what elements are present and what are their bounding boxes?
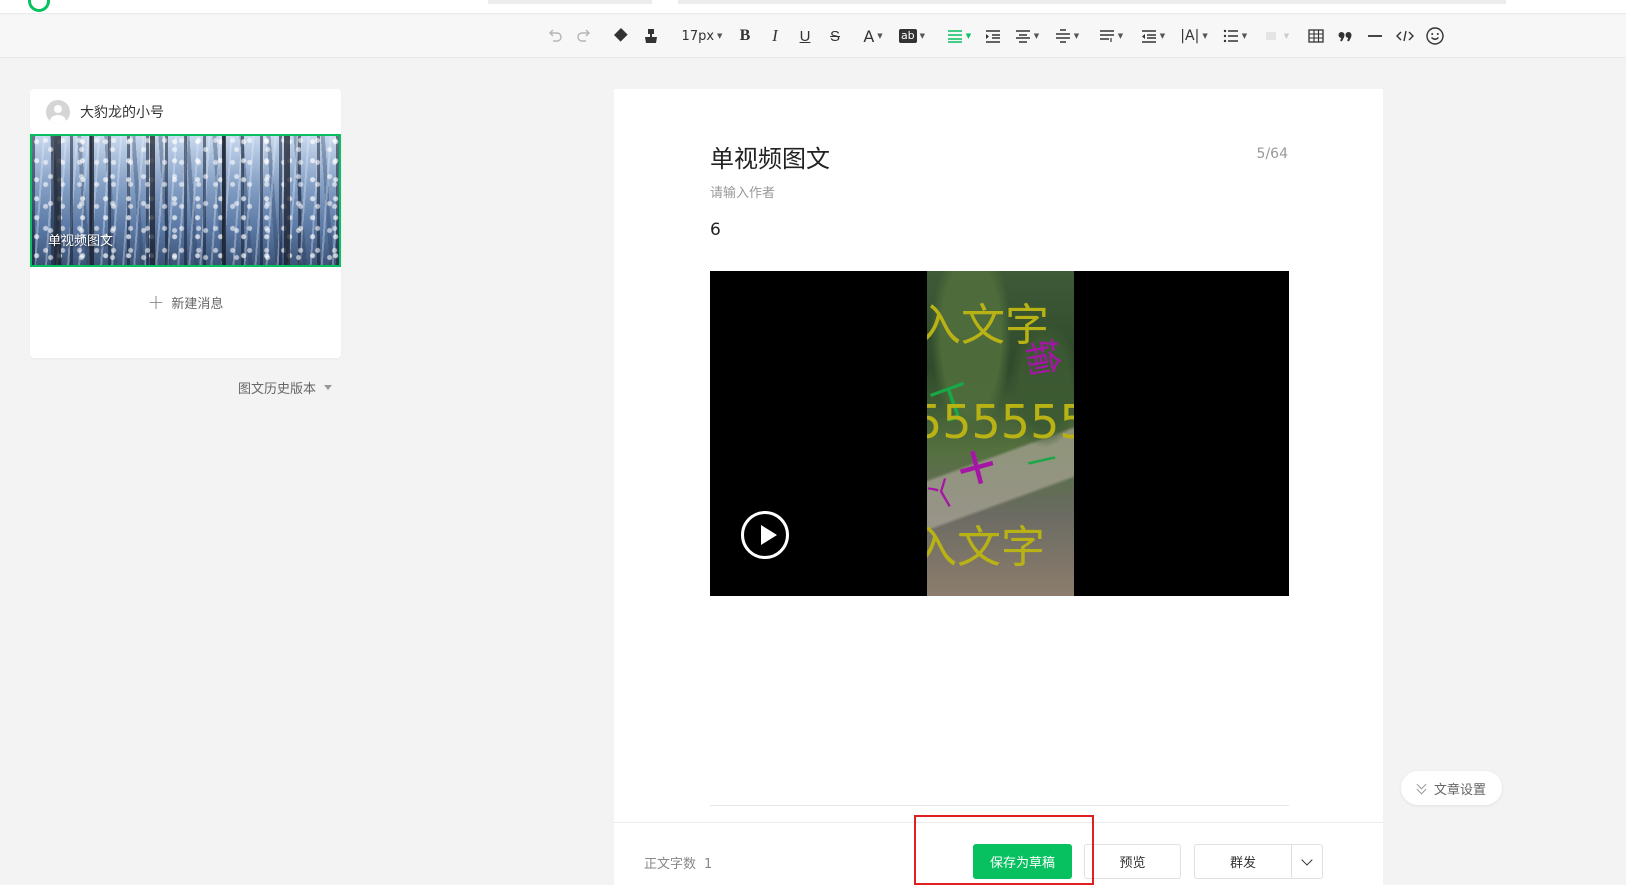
- word-count-value: 1: [704, 857, 713, 872]
- caret-down-icon: ▼: [1033, 32, 1040, 40]
- caret-down-icon: ▼: [1283, 32, 1290, 40]
- indent-icon[interactable]: [982, 23, 1004, 49]
- article-card-selected[interactable]: 单视频图文: [30, 134, 341, 267]
- caret-down-icon: ▼: [919, 32, 926, 40]
- video-overlay-text: 入文字: [927, 522, 1045, 573]
- caret-down-icon: ▼: [877, 32, 883, 40]
- avatar: [46, 100, 70, 124]
- article-body[interactable]: 6: [710, 220, 721, 240]
- video-player[interactable]: 丁 ✕ 丫 输 / 入文字 555555 入文字: [710, 271, 1289, 596]
- word-count: 正文字数 1: [644, 853, 712, 872]
- new-message-button[interactable]: + 新建消息: [30, 289, 341, 315]
- article-title-input[interactable]: 单视频图文: [710, 139, 830, 174]
- underline-button[interactable]: U: [796, 23, 814, 49]
- caret-down-icon: ▼: [1073, 32, 1080, 40]
- author-input[interactable]: 请输入作者: [710, 182, 775, 201]
- caret-down-icon: ▼: [1117, 32, 1124, 40]
- italic-button[interactable]: I: [766, 23, 784, 49]
- video-frame: 丁 ✕ 丫 输 / 入文字 555555 入文字: [927, 271, 1074, 596]
- caret-down-icon: ▼: [1159, 32, 1166, 40]
- plus-icon: +: [147, 290, 165, 314]
- header-divider: [488, 0, 652, 4]
- mass-send-button[interactable]: 群发: [1194, 844, 1291, 879]
- cover-image-detail: [222, 136, 226, 265]
- align-justify-dropdown[interactable]: ▼: [944, 23, 974, 49]
- account-name: 大豹龙的小号: [80, 105, 164, 121]
- top-header: [0, 0, 1626, 14]
- title-char-counter: 5/64: [1256, 146, 1288, 162]
- logo-icon: [28, 0, 50, 12]
- account-header: 大豹龙的小号: [46, 99, 164, 125]
- word-count-label: 正文字数: [644, 857, 697, 872]
- history-version-label: 图文历史版本: [238, 382, 317, 397]
- history-version-dropdown[interactable]: 图文历史版本: [238, 378, 333, 397]
- format-toolbar: 17px ▼ B I U S A ▼ ab ▼ ▼ ▼ ▼ ▼ ▼ |A| ▼ ▼ ▼: [0, 15, 1626, 58]
- new-message-label: 新建消息: [171, 296, 224, 312]
- divider: [710, 805, 1289, 806]
- cover-image-detail: [284, 136, 290, 265]
- undo-icon[interactable]: [545, 23, 565, 49]
- caret-down-icon: ▼: [1202, 32, 1208, 40]
- font-color-icon: A: [863, 26, 875, 46]
- preview-button[interactable]: 预览: [1084, 844, 1181, 879]
- paragraph-spacing-dropdown[interactable]: ▼: [1052, 23, 1082, 49]
- align-center-dropdown[interactable]: ▼: [1012, 23, 1042, 49]
- cover-image-detail: [150, 136, 155, 265]
- code-icon[interactable]: [1394, 23, 1416, 49]
- font-color-dropdown[interactable]: A ▼: [858, 23, 888, 49]
- background-color-dropdown[interactable]: ab ▼: [896, 23, 928, 49]
- article-card-title: 单视频图文: [48, 234, 114, 249]
- article-settings-label: 文章设置: [1433, 782, 1486, 798]
- header-divider: [678, 0, 1506, 4]
- clear-format-icon[interactable]: [610, 23, 632, 49]
- font-size-value: 17px: [681, 28, 715, 44]
- line-height-dropdown[interactable]: ▼: [1096, 23, 1126, 49]
- indent-dropdown[interactable]: ▼: [1138, 23, 1168, 49]
- background-color-icon: ab: [898, 29, 917, 43]
- caret-down-icon: [324, 385, 333, 390]
- horizontal-rule-icon[interactable]: [1365, 23, 1385, 49]
- list-dropdown[interactable]: ▼: [1220, 23, 1250, 49]
- article-list-panel: 大豹龙的小号 单视频图文 + 新建消息: [30, 89, 341, 358]
- save-draft-button[interactable]: 保存为草稿: [973, 844, 1072, 879]
- emoji-icon[interactable]: [1424, 23, 1446, 49]
- play-icon[interactable]: [741, 511, 789, 559]
- strikethrough-button[interactable]: S: [826, 23, 844, 49]
- redo-icon[interactable]: [574, 23, 594, 49]
- table-icon[interactable]: [1306, 23, 1326, 49]
- chevron-down-icon: [1301, 853, 1313, 866]
- video-overlay-text: 入文字: [927, 300, 1049, 351]
- caret-down-icon: ▼: [1241, 32, 1248, 40]
- double-chevron-down-icon: [1417, 782, 1427, 794]
- border-dropdown[interactable]: ▼: [1262, 23, 1292, 49]
- article-editor: 单视频图文 5/64 请输入作者 6 丁 ✕ 丫 输 / 入文字 555555 …: [614, 89, 1383, 885]
- align-justify-icon: [947, 30, 962, 43]
- font-size-dropdown[interactable]: 17px ▼: [678, 23, 726, 49]
- mass-send-dropdown[interactable]: [1291, 844, 1323, 879]
- bold-button[interactable]: B: [736, 23, 754, 49]
- letter-spacing-dropdown[interactable]: |A| ▼: [1178, 23, 1210, 49]
- quote-icon[interactable]: [1335, 23, 1355, 49]
- letter-spacing-icon: |A|: [1180, 28, 1200, 44]
- caret-down-icon: ▼: [717, 32, 723, 40]
- caret-down-icon: ▼: [965, 32, 972, 40]
- article-settings-button[interactable]: 文章设置: [1401, 771, 1502, 805]
- video-overlay-text: 555555: [927, 395, 1074, 449]
- bottom-action-bar: 正文字数 1 保存为草稿 预览 群发: [614, 822, 1383, 885]
- format-painter-icon[interactable]: [641, 23, 661, 49]
